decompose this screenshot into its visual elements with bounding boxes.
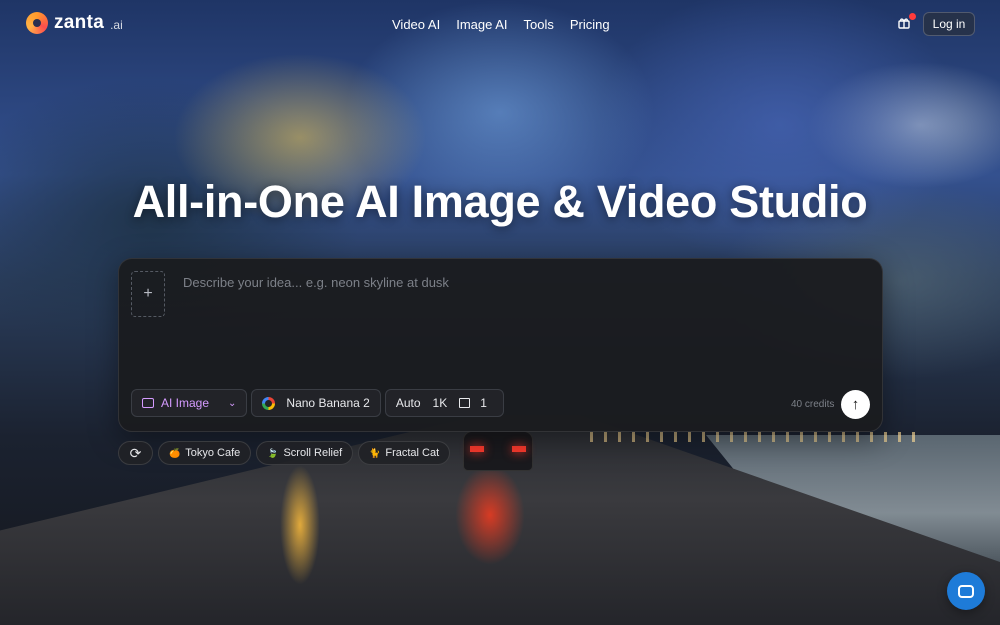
- composer-controls: AI Image ⌄ Nano Banana 2 Auto 1K 1: [131, 389, 504, 417]
- generation-options[interactable]: Auto 1K 1: [384, 389, 504, 417]
- logo-text: zanta: [54, 12, 105, 33]
- login-button[interactable]: Log in: [923, 12, 975, 36]
- suggestion-chip[interactable]: 🐈 Fractal Cat: [358, 441, 451, 465]
- gift-icon[interactable]: [897, 13, 916, 30]
- leaf-icon: 🍃: [267, 447, 279, 458]
- background-glow: [280, 465, 320, 585]
- count-option[interactable]: 1: [453, 396, 499, 410]
- suggestion-label: Fractal Cat: [385, 447, 440, 459]
- notification-dot: [909, 13, 916, 20]
- google-icon: [262, 396, 276, 410]
- background-car: [464, 432, 532, 470]
- model-select[interactable]: Nano Banana 2: [251, 389, 381, 417]
- suggestion-label: Tokyo Cafe: [185, 447, 241, 459]
- nav-image-ai[interactable]: Image AI: [456, 17, 507, 32]
- logo[interactable]: zanta .ai: [26, 12, 123, 34]
- suggestion-chip[interactable]: 🍃 Scroll Relief: [256, 441, 354, 465]
- site-header: zanta .ai Video AI Image AI Tools Pricin…: [0, 0, 1000, 50]
- logo-icon: [26, 12, 48, 34]
- suggestion-label: Scroll Relief: [283, 447, 343, 459]
- chat-support-button[interactable]: [947, 572, 985, 610]
- refresh-suggestions-button[interactable]: ⟳: [118, 441, 153, 465]
- resolution-option[interactable]: 1K: [427, 396, 454, 410]
- aspect-option[interactable]: Auto: [390, 396, 427, 410]
- background-reflection: [455, 465, 525, 565]
- orange-icon: 🍊: [169, 447, 181, 458]
- hero-title: All-in-One AI Image & Video Studio: [132, 176, 868, 227]
- main-nav: Video AI Image AI Tools Pricing: [392, 17, 610, 32]
- mode-label: AI Image: [161, 396, 210, 410]
- logo-suffix: .ai: [110, 18, 123, 32]
- chat-icon: [958, 584, 974, 598]
- prompt-composer: + AI Image ⌄ Nano Banana 2 Auto 1K 1 40 …: [118, 258, 883, 432]
- image-count-icon: [459, 398, 471, 408]
- credits-label: 40 credits: [791, 399, 835, 410]
- add-reference-button[interactable]: +: [131, 271, 165, 317]
- background-city-lights: [590, 432, 920, 442]
- nav-video-ai[interactable]: Video AI: [392, 17, 440, 32]
- cat-icon: 🐈: [369, 447, 381, 458]
- model-label: Nano Banana 2: [286, 396, 370, 410]
- refresh-icon: ⟳: [129, 444, 142, 461]
- count-value: 1: [480, 396, 487, 410]
- image-icon: [142, 398, 154, 408]
- mode-select[interactable]: AI Image ⌄: [131, 389, 248, 417]
- chevron-down-icon: ⌄: [228, 397, 237, 409]
- nav-pricing[interactable]: Pricing: [570, 17, 610, 32]
- prompt-input[interactable]: [181, 273, 865, 357]
- suggestion-chip[interactable]: 🍊 Tokyo Cafe: [158, 441, 252, 465]
- nav-tools[interactable]: Tools: [524, 17, 554, 32]
- suggestion-bar: ⟳ 🍊 Tokyo Cafe 🍃 Scroll Relief 🐈 Fractal…: [118, 441, 451, 465]
- submit-button[interactable]: ↑: [841, 390, 870, 419]
